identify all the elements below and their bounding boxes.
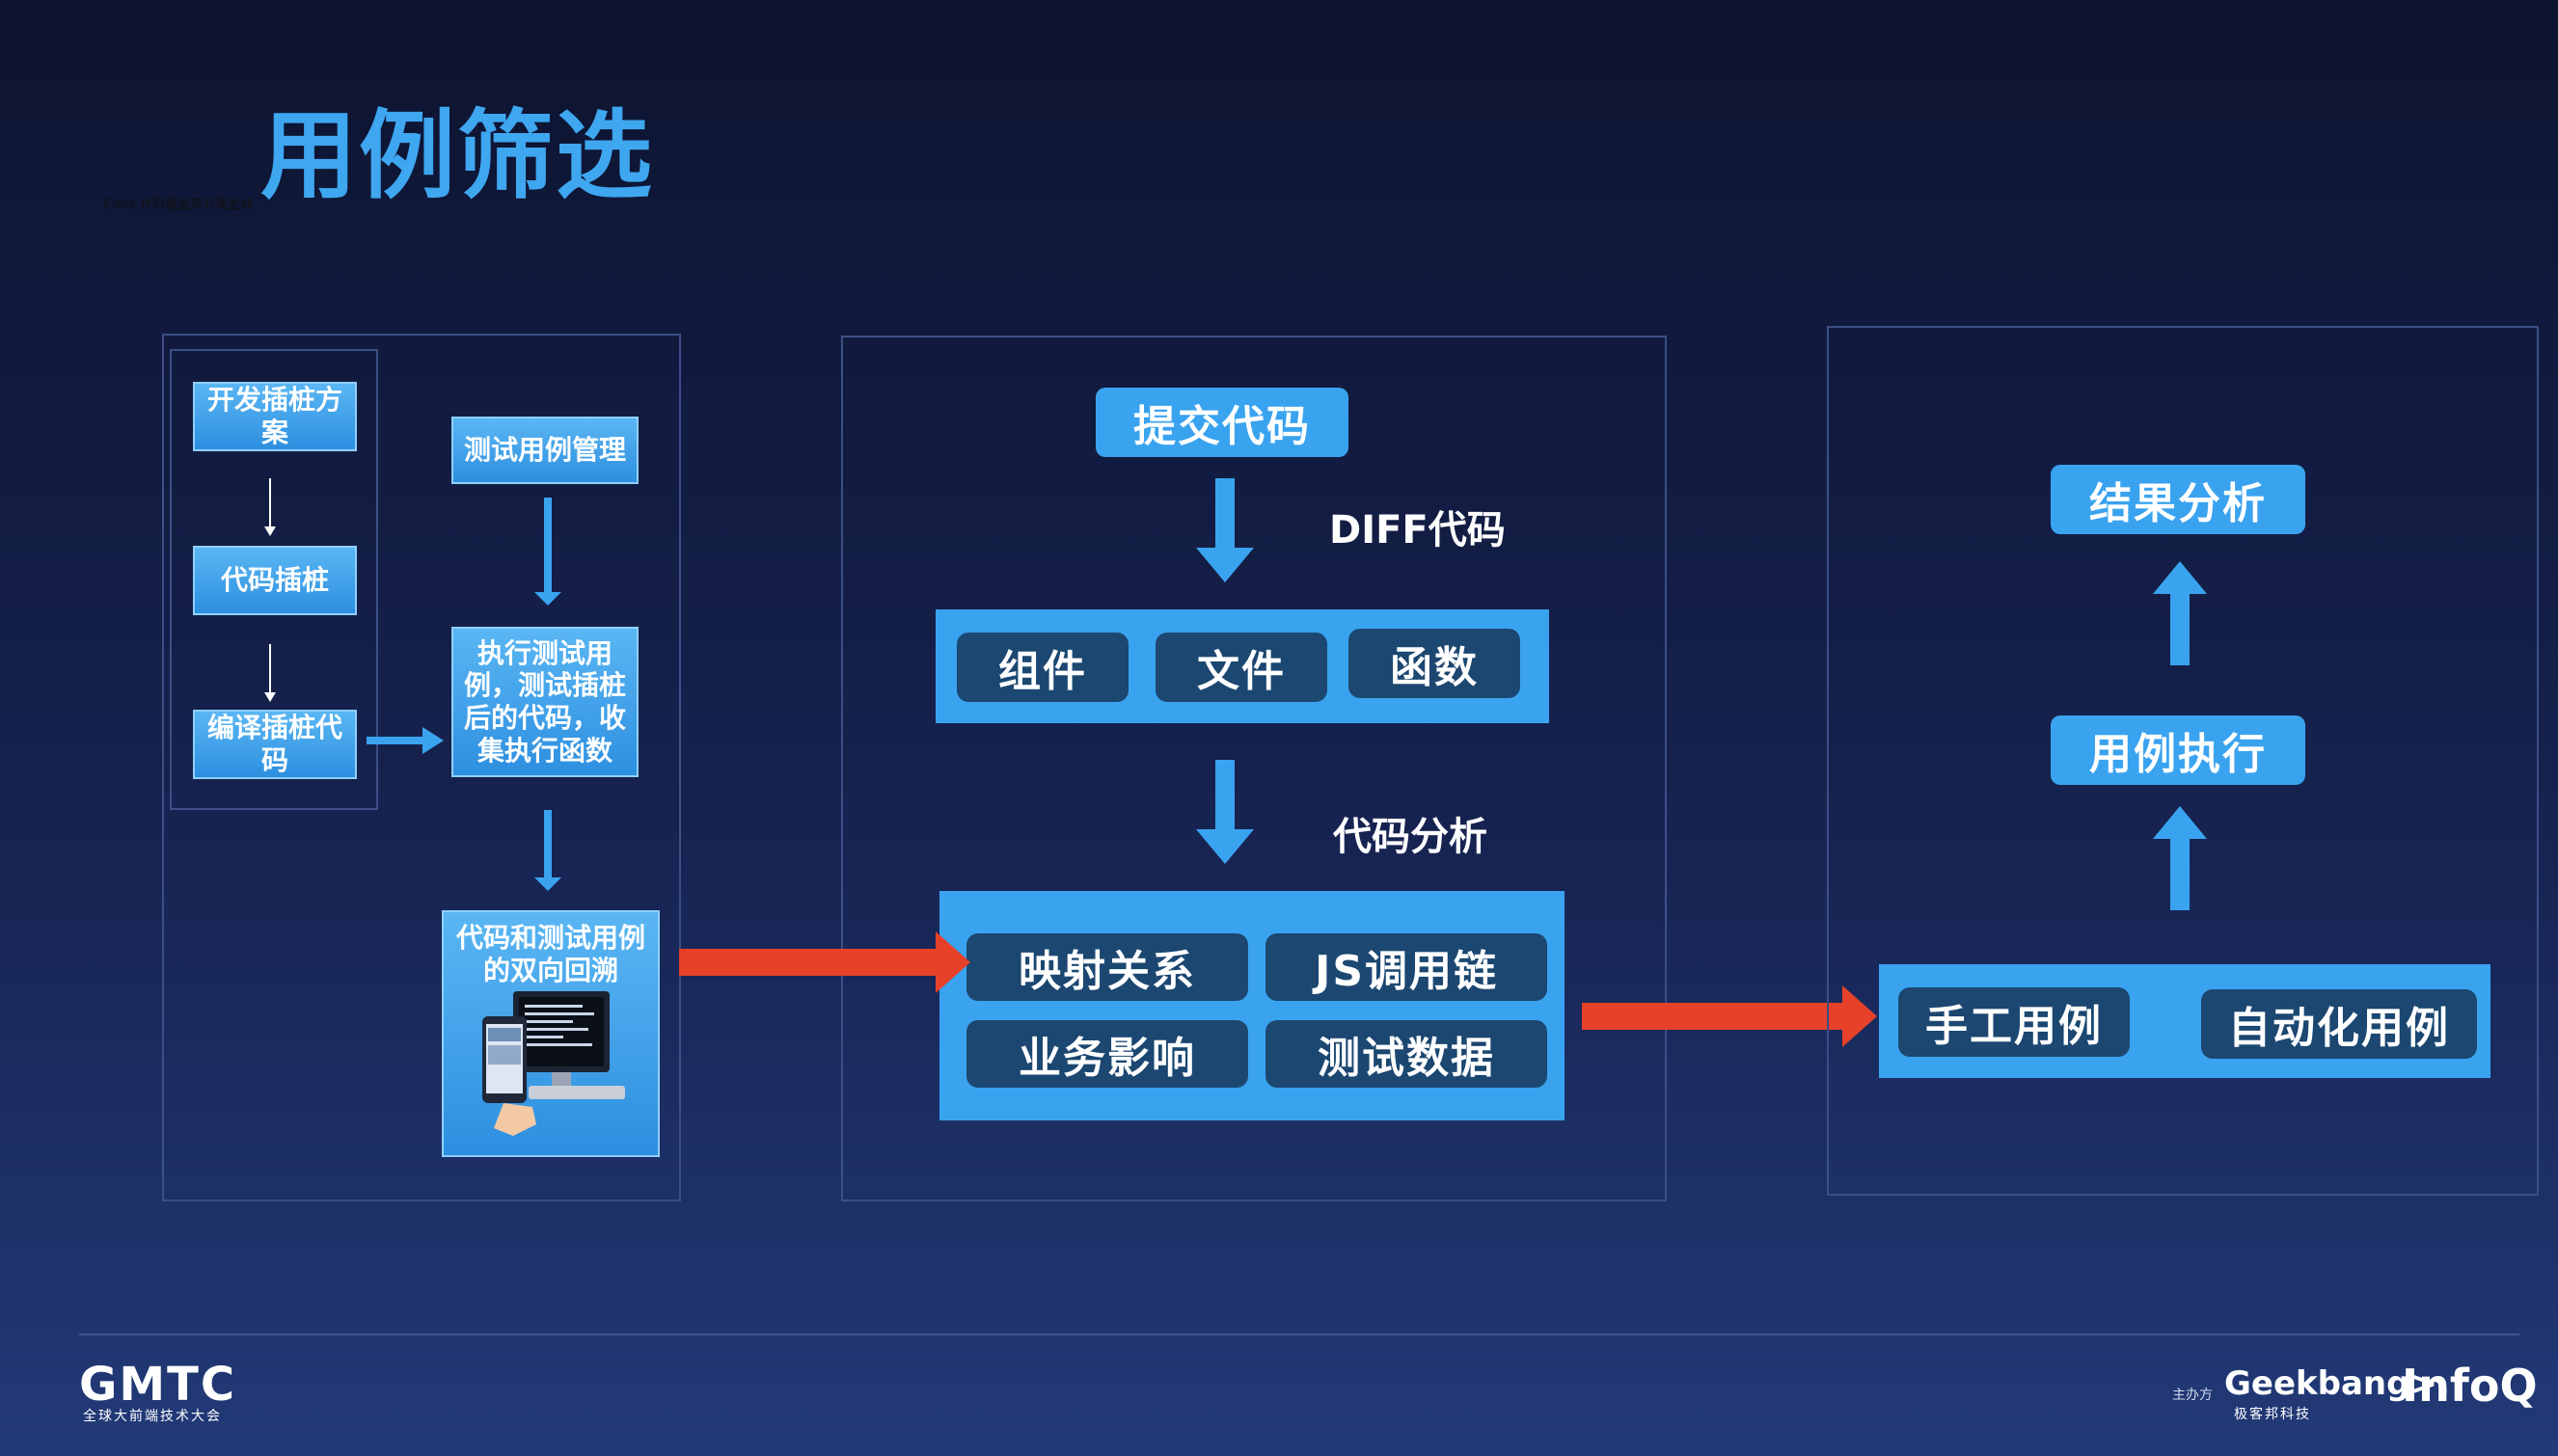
host-label: 主办方 xyxy=(2172,1388,2213,1403)
analysis-business-impact: 业务影响 xyxy=(966,1020,1248,1088)
page-title: 用例筛选 xyxy=(260,99,654,212)
left-arrows xyxy=(264,478,561,891)
automated-cases: 自动化用例 xyxy=(2201,989,2477,1059)
diff-component: 组件 xyxy=(957,633,1129,702)
footer-divider xyxy=(79,1334,2519,1335)
diff-code-label: DIFF代码 xyxy=(1329,508,1506,553)
diff-function: 函数 xyxy=(1348,629,1520,698)
manual-cases: 手工用例 xyxy=(1898,987,2130,1057)
diff-file: 文件 xyxy=(1156,633,1327,702)
down-arrow-2 xyxy=(1196,760,1254,864)
red-arrow-left xyxy=(679,931,970,993)
down-arrow-1 xyxy=(1196,478,1254,582)
geekbang-subtitle: 极客邦科技 xyxy=(2234,1407,2311,1422)
gmtc-logo: GMTC xyxy=(79,1358,237,1412)
case-execution-box: 用例执行 xyxy=(2051,715,2305,785)
result-analysis-box: 结果分析 xyxy=(2051,465,2305,534)
code-analysis-label: 代码分析 xyxy=(1333,815,1487,859)
submit-code-box: 提交代码 xyxy=(1096,388,1348,457)
gmtc-subtitle: 全球大前端技术大会 xyxy=(83,1409,222,1424)
analysis-js-callchain: JS调用链 xyxy=(1265,933,1547,1001)
analysis-test-data: 测试数据 xyxy=(1265,1020,1547,1088)
subtitle-label: Cone 代码覆盖率方案生成 xyxy=(104,198,254,212)
up-arrow-2 xyxy=(2153,806,2207,910)
infoq-logo: InfoQ xyxy=(2402,1360,2538,1412)
up-arrow-1 xyxy=(2153,561,2207,665)
analysis-mapping: 映射关系 xyxy=(966,933,1248,1001)
